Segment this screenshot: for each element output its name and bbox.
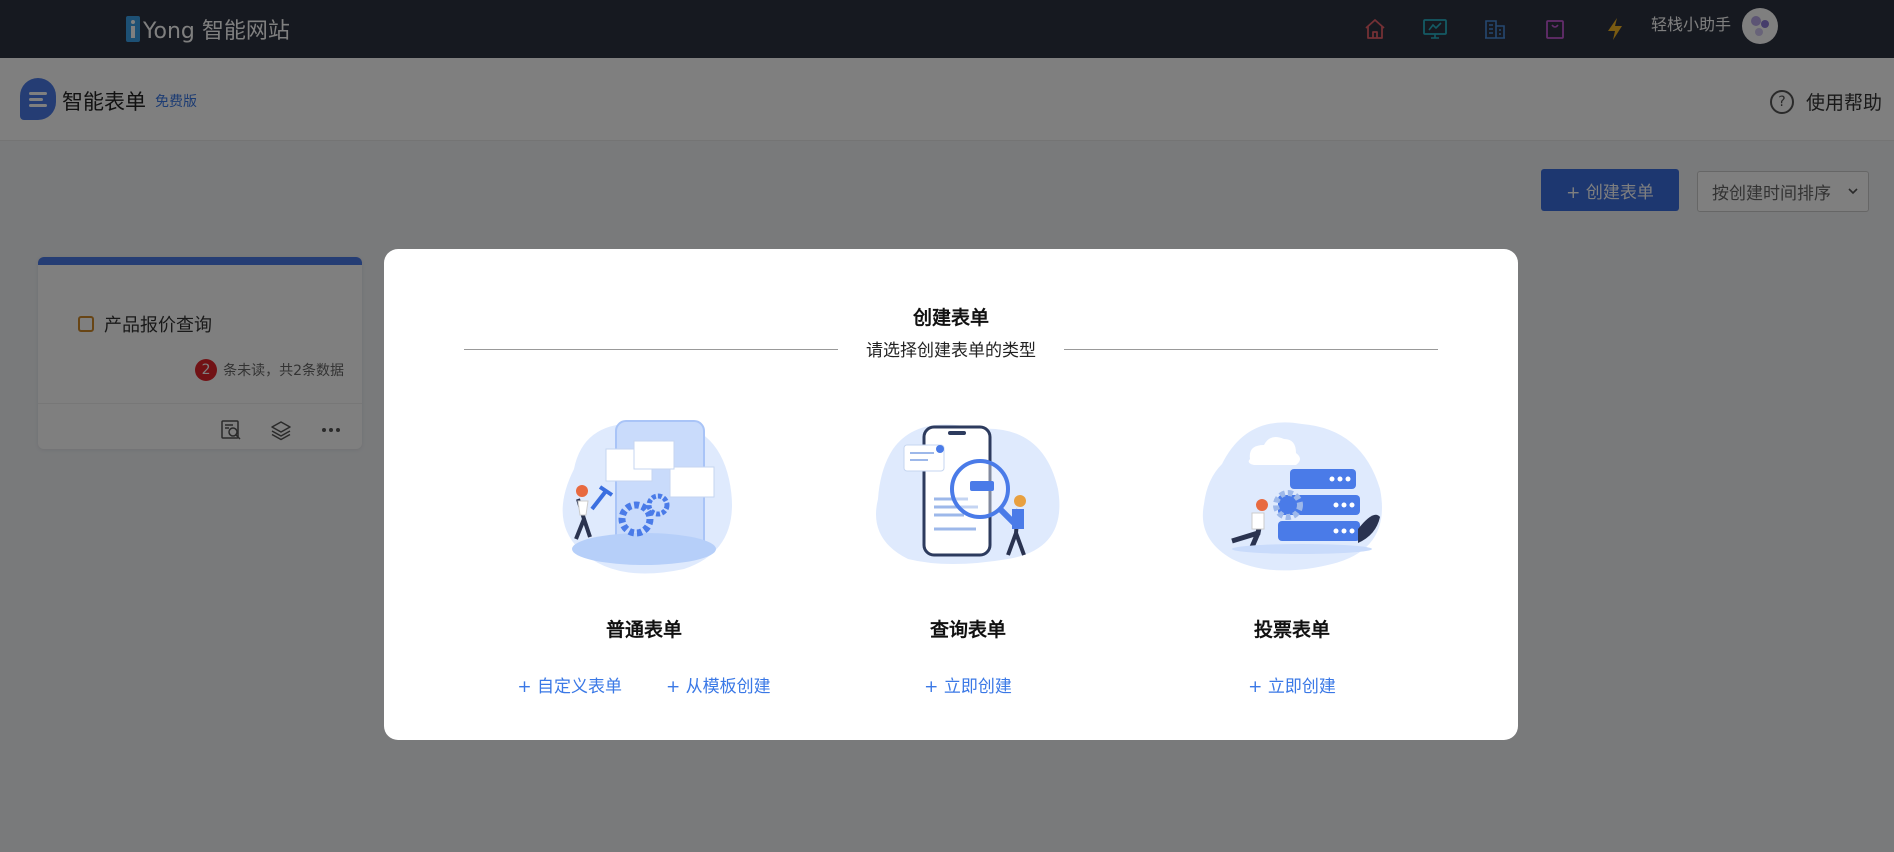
modal-title: 创建表单	[912, 307, 989, 329]
option-query-form: 查询表单 + 立即创建	[818, 409, 1118, 697]
vote-form-illustration	[1192, 409, 1392, 579]
query-create-now-link[interactable]: + 立即创建	[924, 672, 1012, 697]
custom-form-link[interactable]: + 自定义表单	[517, 672, 622, 697]
normal-form-illustration	[544, 409, 744, 579]
vote-form-links: + 立即创建	[1142, 672, 1442, 697]
option-normal-form: 普通表单 + 自定义表单 + 从模板创建	[494, 409, 794, 697]
normal-form-name: 普通表单	[605, 619, 682, 641]
normal-form-links: + 自定义表单 + 从模板创建	[494, 672, 794, 697]
query-form-illustration	[868, 409, 1068, 579]
option-vote-form: 投票表单 + 立即创建	[1142, 409, 1442, 697]
vote-create-now-link[interactable]: + 立即创建	[1248, 672, 1336, 697]
query-form-name: 查询表单	[929, 619, 1006, 641]
vote-form-name: 投票表单	[1253, 619, 1330, 641]
modal-subtitle: 请选择创建表单的类型	[866, 341, 1036, 361]
query-form-links: + 立即创建	[818, 672, 1118, 697]
template-create-link[interactable]: + 从模板创建	[666, 672, 771, 697]
create-form-modal: 创建表单 请选择创建表单的类型 普通表单 + 自定义表单 + 从模板创建 查询表…	[384, 249, 1518, 740]
